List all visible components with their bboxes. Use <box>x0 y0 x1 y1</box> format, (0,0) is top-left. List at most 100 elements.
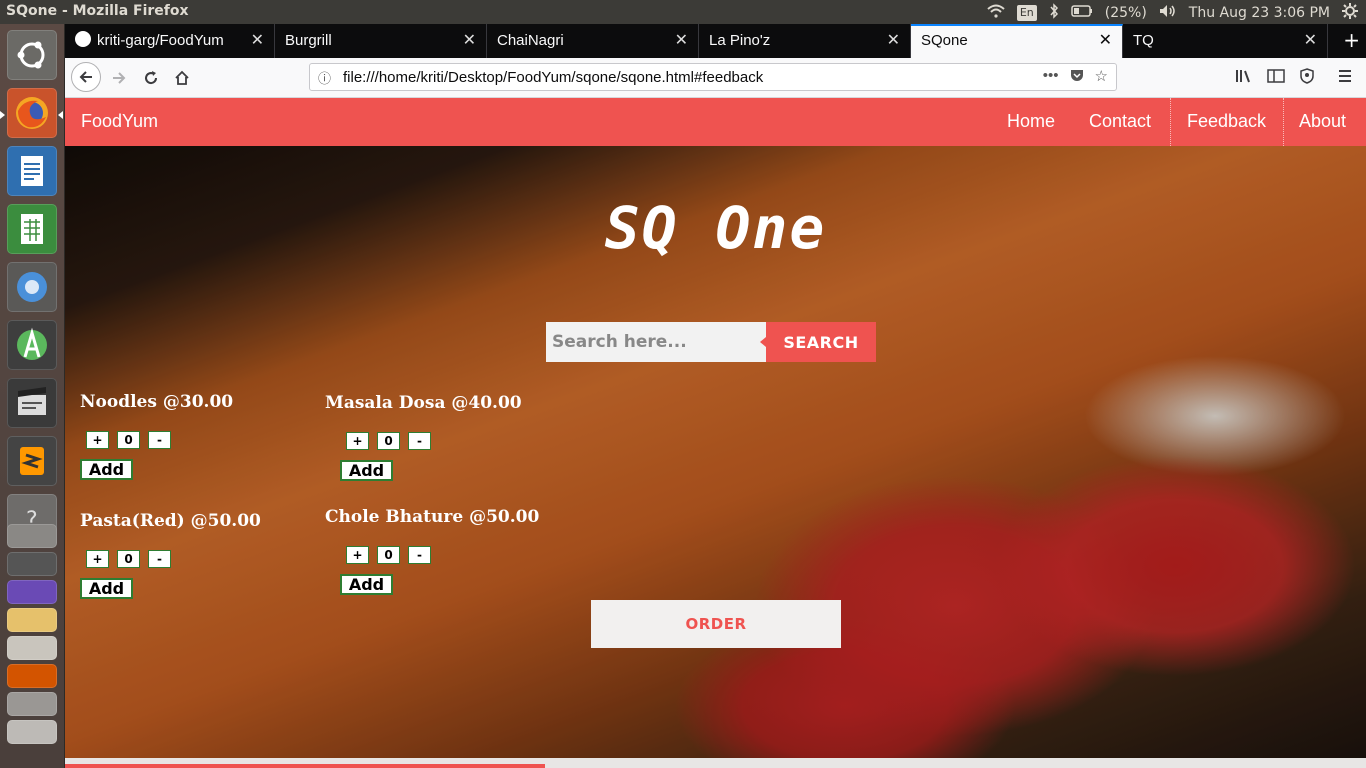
writer-icon[interactable] <box>7 146 57 196</box>
decrement-button[interactable]: - <box>408 432 431 450</box>
shield-icon[interactable] <box>1299 68 1315 88</box>
android-studio-icon[interactable] <box>7 320 57 370</box>
url-text[interactable]: file:///home/kriti/Desktop/FoodYum/sqone… <box>343 69 763 86</box>
tab-chainagri[interactable]: ChaiNagri ✕ <box>487 24 699 58</box>
close-icon[interactable]: ✕ <box>463 24 476 58</box>
new-tab-icon[interactable]: + <box>1343 24 1360 56</box>
home-icon[interactable] <box>168 64 196 92</box>
pocket-icon[interactable] <box>1069 67 1085 87</box>
browser-tab-bar: kriti-garg/FoodYum ✕ Burgrill ✕ ChaiNagr… <box>65 24 1366 58</box>
settings-gear-icon[interactable] <box>1342 3 1358 23</box>
nav-home-link[interactable]: Home <box>1007 111 1055 132</box>
close-icon[interactable]: ✕ <box>675 24 688 58</box>
tab-label: kriti-garg/FoodYum <box>97 32 224 49</box>
tab-label: ChaiNagri <box>497 32 564 49</box>
tab-sqone[interactable]: SQone ✕ <box>911 24 1123 58</box>
footer-accent-bar <box>65 764 545 768</box>
unity-launcher: ? <box>0 24 65 768</box>
bookmark-star-icon[interactable]: ☆ <box>1095 67 1108 87</box>
search-input[interactable] <box>546 322 766 362</box>
trash-icon[interactable] <box>7 720 57 744</box>
url-bar[interactable]: ⓘ file:///home/kriti/Desktop/FoodYum/sqo… <box>309 63 1117 91</box>
decrement-button[interactable]: - <box>148 431 171 449</box>
focused-indicator-icon <box>58 111 63 119</box>
reload-icon[interactable] <box>137 64 165 92</box>
quantity-field[interactable]: 0 <box>117 550 140 568</box>
wifi-icon[interactable] <box>987 4 1005 22</box>
battery-percent: (25%) <box>1104 5 1147 21</box>
github-icon <box>75 31 91 48</box>
battery-icon[interactable] <box>1070 5 1093 21</box>
firefox-launcher-icon[interactable] <box>7 88 57 138</box>
close-icon[interactable]: ✕ <box>1304 24 1317 58</box>
software-icon[interactable] <box>7 692 57 716</box>
page-footer-strip <box>65 758 1366 768</box>
decrement-button[interactable]: - <box>148 550 171 568</box>
add-to-cart-button[interactable]: Add <box>80 578 133 599</box>
system-tray: En (25%) Thu Aug 23 3:06 PM <box>987 3 1358 23</box>
hamburger-menu-icon[interactable] <box>1337 68 1353 88</box>
browser-nav-bar: ⓘ file:///home/kriti/Desktop/FoodYum/sqo… <box>65 58 1366 98</box>
close-icon[interactable]: ✕ <box>251 24 264 58</box>
menu-item-name: Chole Bhature @50.00 <box>325 507 540 527</box>
site-info-icon[interactable]: ⓘ <box>318 68 331 87</box>
tab-tq[interactable]: TQ ✕ <box>1123 24 1328 58</box>
bluetooth-icon[interactable] <box>1049 3 1059 23</box>
terminal-icon[interactable] <box>7 552 57 576</box>
sidebar-icon[interactable] <box>1267 68 1285 88</box>
tab-label: SQone <box>921 32 968 49</box>
text-editor-icon[interactable] <box>7 636 57 660</box>
increment-button[interactable]: + <box>86 431 109 449</box>
site-brand-link[interactable]: FoodYum <box>81 111 158 132</box>
quantity-stepper: + 0 - <box>346 432 431 450</box>
menu-item-pasta: Pasta(Red) @50.00 <box>80 511 261 531</box>
tab-lapinoz[interactable]: La Pino'z ✕ <box>699 24 911 58</box>
add-to-cart-button[interactable]: Add <box>340 460 393 481</box>
order-button[interactable]: ORDER <box>591 600 841 648</box>
tab-burgrill[interactable]: Burgrill ✕ <box>275 24 487 58</box>
increment-button[interactable]: + <box>346 432 369 450</box>
tab-label: TQ <box>1133 32 1154 49</box>
add-to-cart-button[interactable]: Add <box>340 574 393 595</box>
menu-item-masala-dosa: Masala Dosa @40.00 <box>325 393 522 413</box>
chromium-icon[interactable] <box>7 262 57 312</box>
menu-item-name: Noodles @30.00 <box>80 392 234 412</box>
quantity-field[interactable]: 0 <box>377 432 400 450</box>
tab-foodyum-github[interactable]: kriti-garg/FoodYum ✕ <box>65 24 275 58</box>
add-to-cart-button[interactable]: Add <box>80 459 133 480</box>
files-icon[interactable] <box>7 608 57 632</box>
system-top-panel: SQone - Mozilla Firefox En (25%) Thu Aug… <box>0 0 1366 24</box>
increment-button[interactable]: + <box>86 550 109 568</box>
tab-label: La Pino'z <box>709 32 771 49</box>
menu-item-name: Pasta(Red) @50.00 <box>80 511 261 531</box>
clock[interactable]: Thu Aug 23 3:06 PM <box>1189 5 1330 21</box>
nav-contact-link[interactable]: Contact <box>1089 111 1151 132</box>
decrement-button[interactable]: - <box>408 546 431 564</box>
keyboard-language-indicator[interactable]: En <box>1016 5 1037 21</box>
close-icon[interactable]: ✕ <box>887 24 900 58</box>
menu-item-noodles: Noodles @30.00 <box>80 392 233 412</box>
restaurant-title: SQ One <box>604 194 827 262</box>
page-actions-icon[interactable]: ••• <box>1043 67 1059 87</box>
library-icon[interactable] <box>1235 68 1253 88</box>
search-button[interactable]: SEARCH <box>760 322 876 362</box>
sublime-text-icon[interactable] <box>7 436 57 486</box>
nav-feedback-link[interactable]: Feedback <box>1187 111 1266 132</box>
ubuntu-dash-icon[interactable] <box>7 30 57 80</box>
increment-button[interactable]: + <box>346 546 369 564</box>
calc-icon[interactable] <box>7 204 57 254</box>
back-arrow-icon[interactable] <box>71 62 101 92</box>
volume-icon[interactable] <box>1159 4 1177 22</box>
nav-about-link[interactable]: About <box>1299 111 1346 132</box>
amazon-icon[interactable] <box>7 664 57 688</box>
quantity-field[interactable]: 0 <box>117 431 140 449</box>
app-icon[interactable] <box>7 580 57 604</box>
close-icon[interactable]: ✕ <box>1099 26 1112 56</box>
quantity-stepper: + 0 - <box>86 431 171 449</box>
running-indicator-icon <box>0 111 5 119</box>
quantity-field[interactable]: 0 <box>377 546 400 564</box>
forward-arrow-icon[interactable] <box>105 64 133 92</box>
video-editor-icon[interactable] <box>7 378 57 428</box>
drive-icon[interactable] <box>7 524 57 548</box>
nav-divider <box>1283 98 1284 146</box>
